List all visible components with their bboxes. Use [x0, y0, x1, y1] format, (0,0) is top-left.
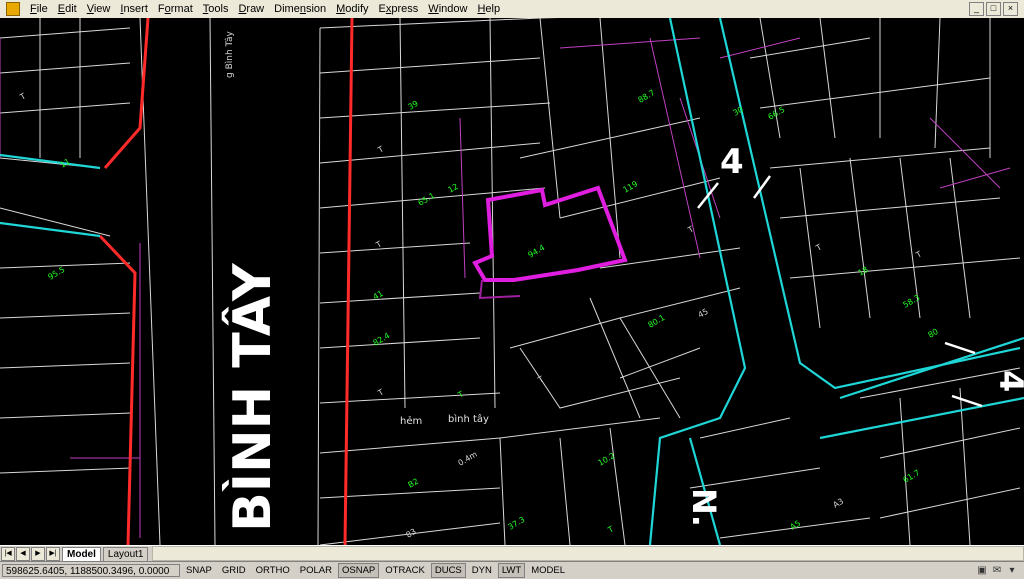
parcel-label: 119	[622, 179, 640, 194]
drawing-svg[interactable]: G BÌNH TÂY g Bình Tây hẻm bình tây 4 4 N…	[0, 18, 1024, 545]
last-tab-button[interactable]: ▶|	[46, 547, 60, 561]
parcel-label: T	[18, 91, 28, 102]
parcel-label: 88.7	[637, 88, 657, 105]
status-toggle-snap[interactable]: SNAP	[182, 563, 216, 578]
status-toggles: SNAP GRID ORTHO POLAR OSNAP OTRACK DUCS DYN LWT M…	[180, 563, 569, 578]
menu-view[interactable]: View	[82, 0, 116, 18]
tab-model[interactable]: Model	[62, 547, 101, 561]
status-toggle-polar[interactable]: POLAR	[296, 563, 336, 578]
parcel-label: A5	[789, 519, 803, 532]
parcel-label: T	[376, 144, 386, 155]
status-toggle-dyn[interactable]: DYN	[468, 563, 496, 578]
parcel-label: 39	[407, 99, 420, 112]
menu-bar: File Edit View Insert Format Tools Draw Dimensi…	[0, 0, 1024, 19]
status-toggle-lwt[interactable]: LWT	[497, 563, 526, 578]
menu-edit[interactable]: Edit	[53, 0, 82, 18]
status-bar: 598625.6405, 1188500.3496, 0.0000 SNAP GR…	[0, 561, 1024, 579]
status-toggle-ortho[interactable]: ORTHO	[252, 563, 294, 578]
parcel-label: 65.1	[417, 191, 437, 208]
horizontal-scrollbar[interactable]	[152, 546, 1024, 561]
menu-format[interactable]: Format	[153, 0, 198, 18]
parcel-label: 37.3	[507, 515, 527, 532]
minimize-button[interactable]: _	[969, 2, 984, 16]
menu-dimension[interactable]: Dimension	[269, 0, 331, 18]
parcel-label: 94.4	[527, 243, 547, 260]
menu-window[interactable]: Window	[423, 0, 472, 18]
street-name-small: g Bình Tây	[225, 31, 235, 78]
parcel-label: T	[376, 387, 386, 398]
status-toggle-otrack[interactable]: OTRACK	[381, 563, 429, 578]
menu-modify[interactable]: Modify	[331, 0, 373, 18]
menu-file[interactable]: File	[25, 0, 53, 18]
parcel-label: 0.4m	[457, 450, 479, 468]
status-tray: ▣ ✉ ▾	[976, 565, 1018, 577]
drawing-canvas[interactable]: G BÌNH TÂY g Bình Tây hẻm bình tây 4 4 N…	[0, 18, 1024, 545]
next-tab-button[interactable]: ▶	[31, 547, 45, 561]
tab-layout1[interactable]: Layout1	[102, 547, 149, 561]
parcel-label: T	[606, 524, 616, 535]
parcel-label: 95.5	[47, 265, 67, 282]
menu-items: File Edit View Insert Format Tools Draw Dimensi…	[25, 0, 505, 18]
parcel-label: T	[814, 242, 824, 253]
road-width-label-top: 4	[720, 142, 744, 182]
parcel-extension	[478, 279, 521, 300]
parcel-labels: T1195.5T3965.1T4182.4T1294.4T11988.7T30 6…	[18, 88, 940, 540]
status-toggle-osnap[interactable]: OSNAP	[337, 563, 380, 578]
first-tab-button[interactable]: |◀	[1, 547, 15, 561]
coordinate-readout: 598625.6405, 1188500.3496, 0.0000	[2, 564, 180, 577]
parcel-label: 83	[405, 527, 418, 540]
parcel-label: 82.4	[372, 331, 392, 348]
parcel-label: 11	[59, 157, 72, 170]
parcel-label: 80	[927, 327, 940, 340]
alley-label-binhtay: bình tây	[448, 413, 489, 425]
lot-lines	[0, 37, 1011, 538]
menu-tools[interactable]: Tools	[198, 0, 234, 18]
highlighted-parcel[interactable]	[472, 185, 628, 282]
parcel-label: T	[914, 249, 924, 260]
parcel-label: 80.1	[647, 313, 667, 330]
layout-tab-bar: |◀ ◀ ▶ ▶| Model Layout1	[0, 545, 1024, 561]
alley-label-hem: hẻm	[400, 415, 422, 427]
menu-draw[interactable]: Draw	[233, 0, 269, 18]
status-toggle-model[interactable]: MODEL	[527, 563, 569, 578]
status-toggle-grid[interactable]: GRID	[218, 563, 250, 578]
communication-icon[interactable]: ✉	[991, 565, 1003, 577]
menu-express[interactable]: Express	[374, 0, 424, 18]
road-name-partial: N.	[685, 488, 723, 527]
status-toggle-ducs[interactable]: DUCS	[430, 563, 466, 578]
menu-help[interactable]: Help	[472, 0, 505, 18]
parcel-label: 45	[697, 307, 710, 320]
menu-insert[interactable]: Insert	[115, 0, 153, 18]
autocad-app-icon[interactable]	[6, 2, 20, 16]
prev-tab-button[interactable]: ◀	[16, 547, 30, 561]
window-controls: _ □ ×	[969, 2, 1018, 16]
parcel-label: 12	[447, 182, 460, 195]
lock-icon[interactable]: ▣	[976, 565, 988, 577]
close-button[interactable]: ×	[1003, 2, 1018, 16]
road-width-label-right: 4	[992, 370, 1024, 392]
parcel-label: B2	[407, 477, 421, 490]
chevron-down-icon[interactable]: ▾	[1006, 565, 1018, 577]
parcel-label: 18	[857, 265, 870, 278]
parcel-label: A3	[832, 497, 846, 510]
street-name-main: G BÌNH TÂY	[222, 262, 283, 545]
restore-button[interactable]: □	[986, 2, 1001, 16]
